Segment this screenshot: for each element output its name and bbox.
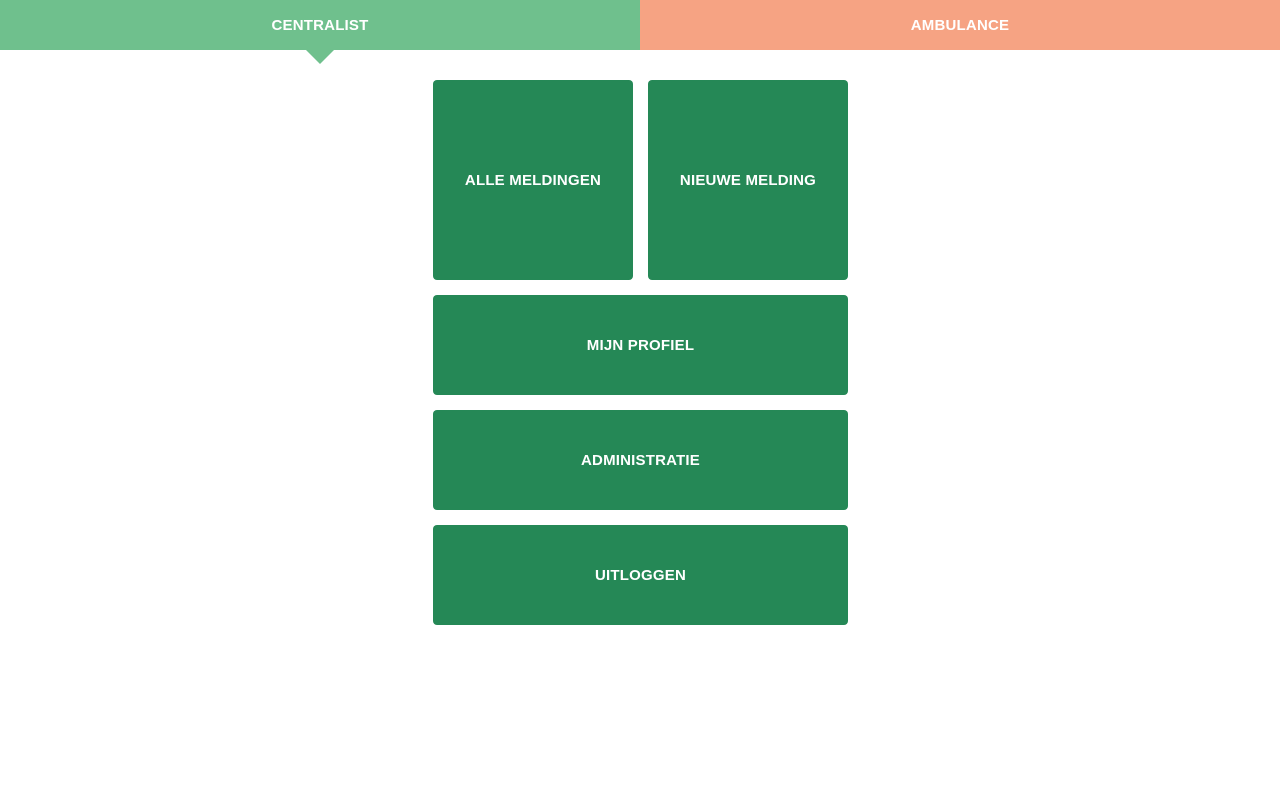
tab-ambulance-label: AMBULANCE bbox=[910, 16, 1010, 34]
new-report-label: NIEUWE MELDING bbox=[679, 171, 817, 189]
tab-centralist-label: CENTRALIST bbox=[271, 16, 369, 34]
active-tab-indicator bbox=[306, 50, 334, 64]
new-report-button[interactable]: NIEUWE MELDING bbox=[648, 80, 848, 280]
all-reports-button[interactable]: ALLE MELDINGEN bbox=[433, 80, 633, 280]
logout-label: UITLOGGEN bbox=[595, 566, 686, 584]
all-reports-label: ALLE MELDINGEN bbox=[464, 171, 602, 189]
role-tab-bar: CENTRALIST AMBULANCE bbox=[0, 0, 1280, 64]
administration-button[interactable]: ADMINISTRATIE bbox=[433, 410, 848, 510]
tab-ambulance[interactable]: AMBULANCE bbox=[640, 0, 1280, 50]
my-profile-label: MIJN PROFIEL bbox=[586, 336, 695, 354]
my-profile-button[interactable]: MIJN PROFIEL bbox=[433, 295, 848, 395]
tab-centralist[interactable]: CENTRALIST bbox=[0, 0, 640, 64]
administration-label: ADMINISTRATIE bbox=[581, 451, 700, 469]
logout-button[interactable]: UITLOGGEN bbox=[433, 525, 848, 625]
